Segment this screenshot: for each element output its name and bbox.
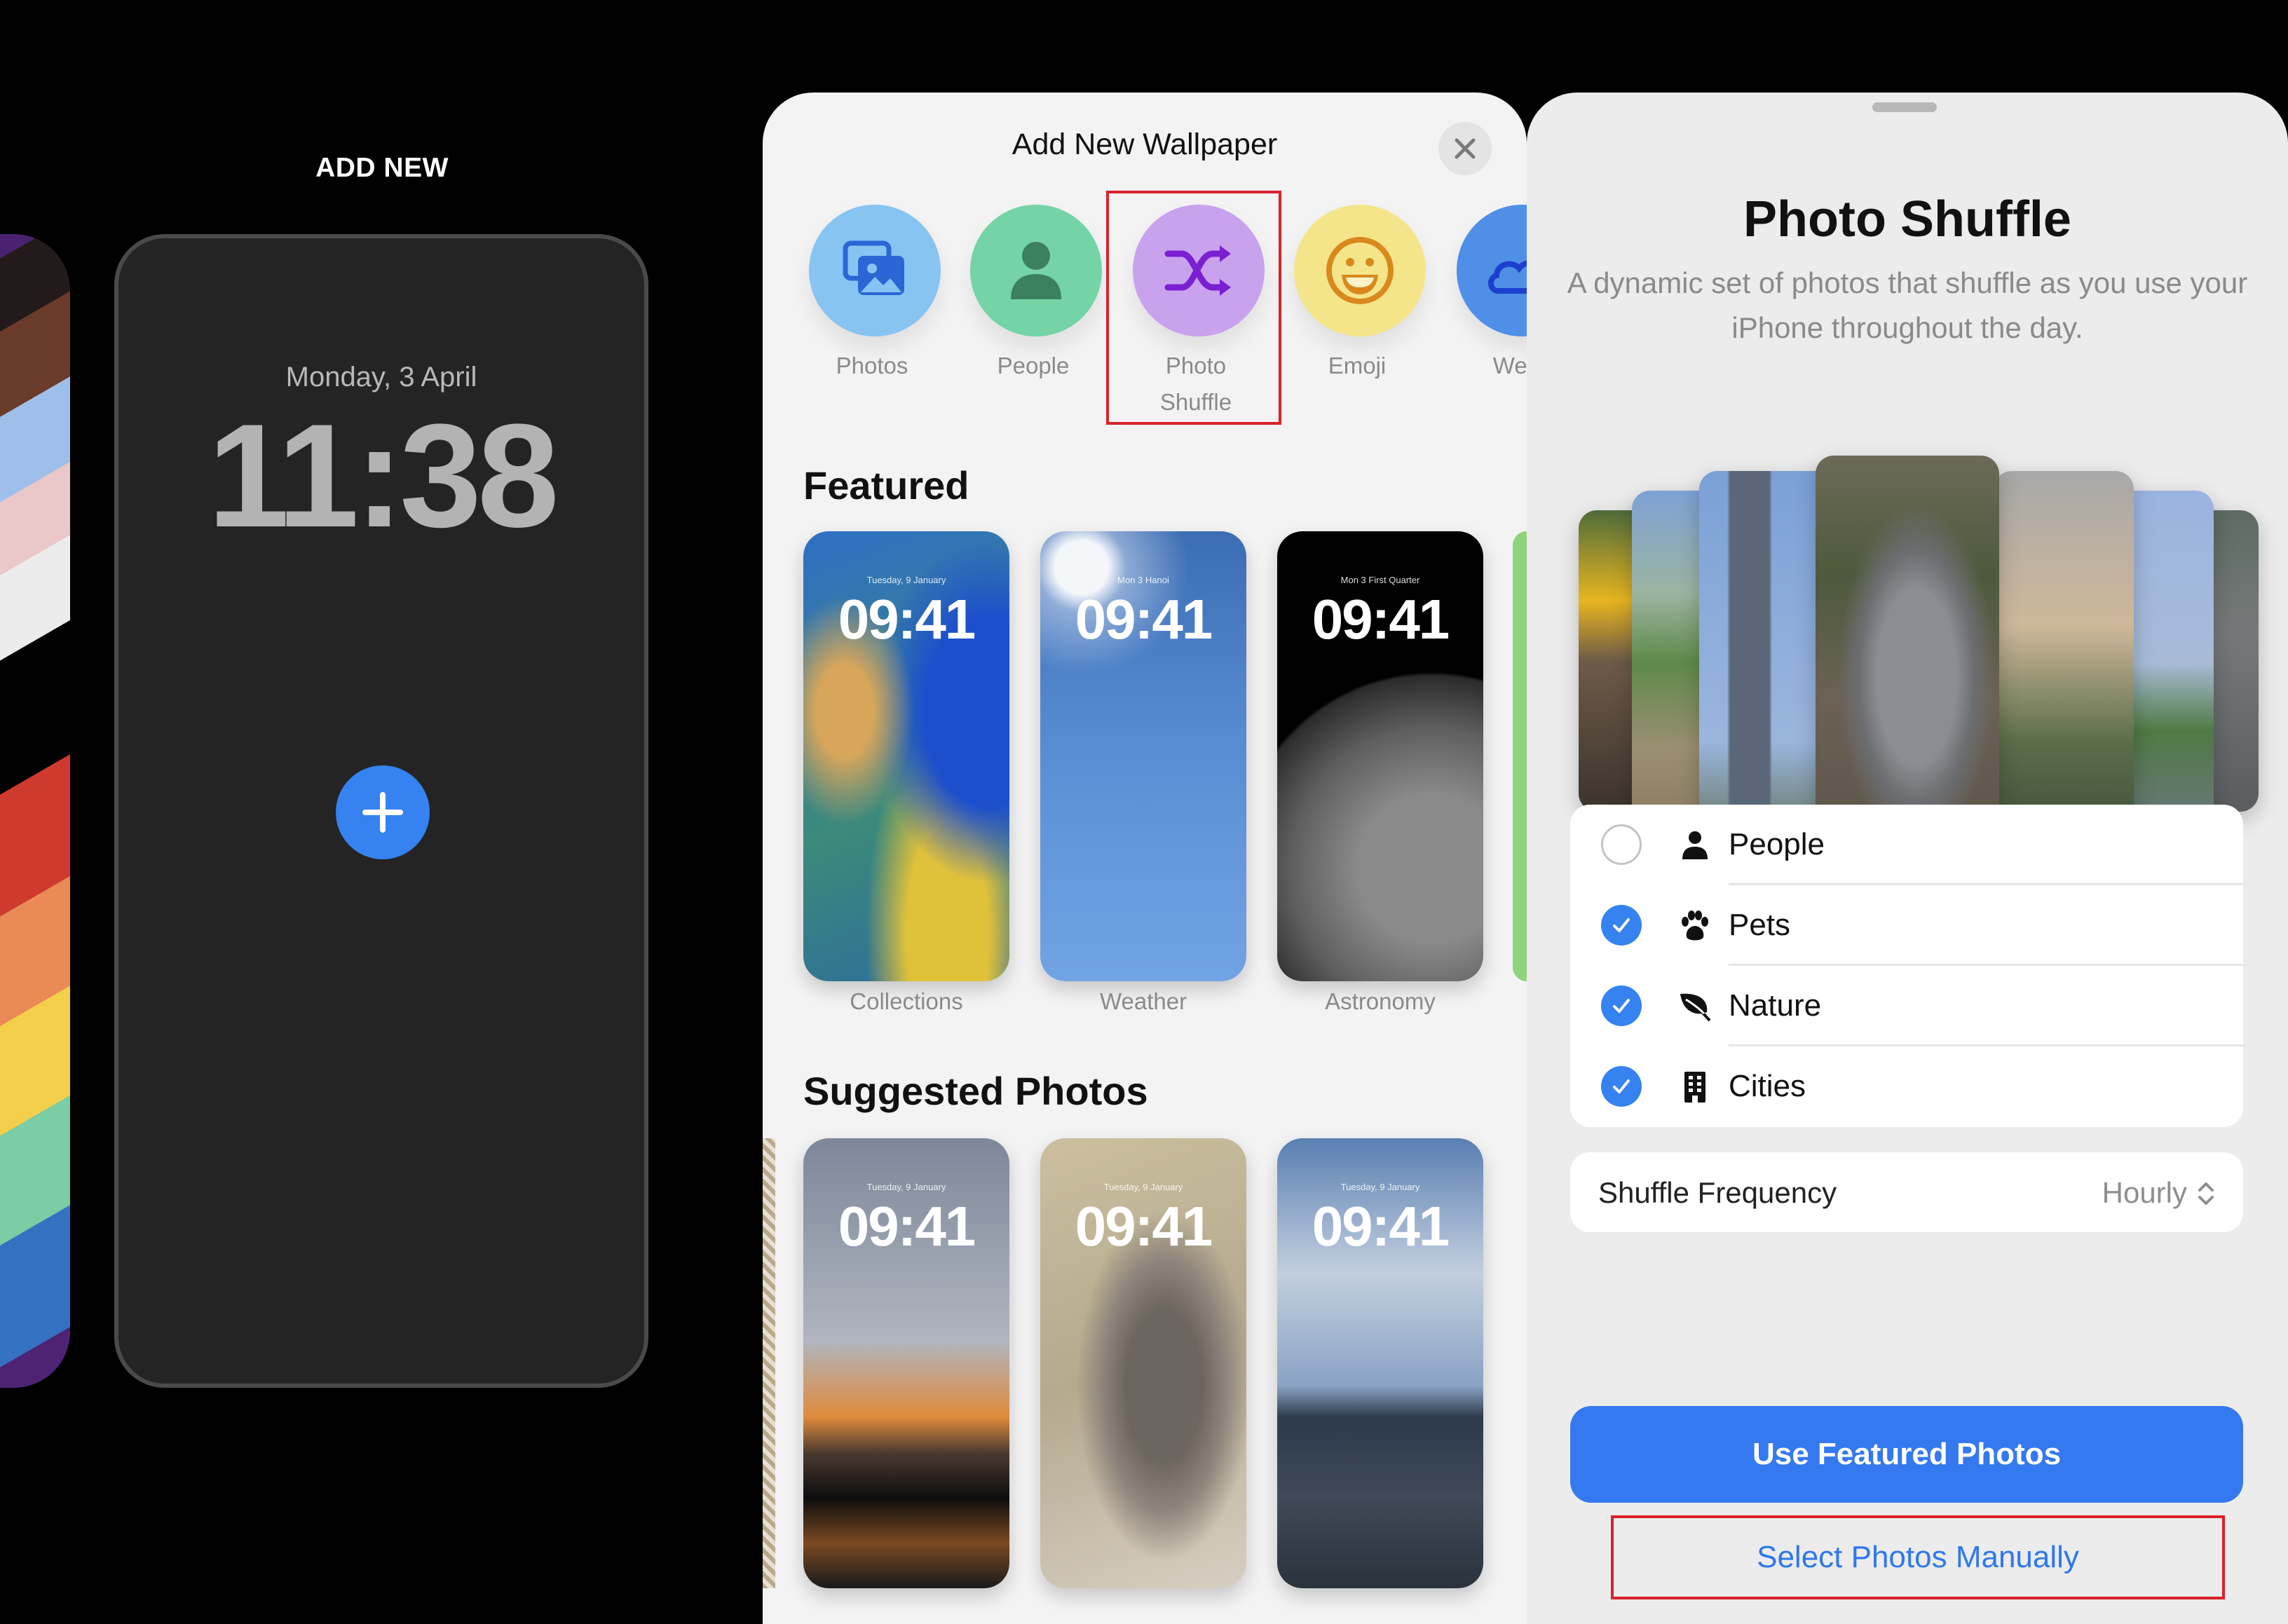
photo-shuffle-highlight-box bbox=[1106, 191, 1281, 425]
wallpaper-date: Tuesday, 9 January bbox=[1340, 1182, 1420, 1192]
featured-label: Weather bbox=[1099, 988, 1187, 1014]
category-label: People bbox=[997, 353, 1070, 378]
checkmark-icon bbox=[1613, 918, 1630, 932]
category-label: Photos bbox=[836, 353, 908, 378]
checked-radio[interactable] bbox=[1601, 905, 1642, 946]
leaf-icon bbox=[1680, 993, 1711, 1022]
wallpaper-time: 09:41 bbox=[1312, 588, 1450, 650]
wallpaper-time: 09:41 bbox=[1075, 1195, 1213, 1257]
option-label: Pets bbox=[1729, 908, 1791, 942]
photo-shuffle-sheet: Photo Shuffle A dynamic set of photos th… bbox=[1527, 93, 2288, 1624]
wallpaper-time: 09:41 bbox=[1312, 1195, 1450, 1257]
lockscreen-date: Monday, 3 April bbox=[285, 362, 477, 393]
category-weather[interactable]: Weat bbox=[1450, 205, 1527, 415]
featured-label: Collections bbox=[850, 988, 963, 1014]
featured-astronomy-card[interactable]: Mon 3 First Quarter 09:41 bbox=[1277, 531, 1483, 981]
weather-icon bbox=[1488, 260, 1527, 294]
suggested-photo-card[interactable]: Tuesday, 9 January 09:41 bbox=[803, 1138, 1009, 1588]
person-icon bbox=[1011, 242, 1061, 299]
option-pets[interactable]: Pets bbox=[1570, 885, 2243, 966]
weather-category-circle bbox=[1457, 205, 1527, 336]
paw-icon bbox=[1682, 910, 1708, 941]
suggested-prev-card-peek[interactable] bbox=[763, 1138, 775, 1588]
add-new-wallpaper-sheet: Add New Wallpaper Photos People Photo Sh… bbox=[763, 93, 1527, 1624]
option-people[interactable]: People bbox=[1570, 805, 2243, 885]
photo-shuffle-title: Photo Shuffle bbox=[1743, 191, 2071, 247]
featured-collections-card[interactable]: Tuesday, 9 January 09:41 bbox=[803, 531, 1009, 981]
close-button[interactable] bbox=[1438, 122, 1492, 175]
category-label: Emoji bbox=[1328, 353, 1387, 378]
category-label: Weat bbox=[1492, 353, 1527, 378]
shuffle-frequency-row[interactable]: Shuffle Frequency Hourly bbox=[1570, 1152, 2243, 1232]
plus-icon bbox=[362, 792, 403, 833]
building-icon bbox=[1684, 1072, 1705, 1103]
wallpaper-time: 09:41 bbox=[838, 588, 976, 650]
checkmark-icon bbox=[1613, 1079, 1630, 1093]
stack-photo-center bbox=[1816, 456, 1999, 858]
people-category-circle bbox=[970, 205, 1102, 336]
featured-next-card-peek[interactable] bbox=[1513, 531, 1527, 981]
lockscreen-gallery: ADD NEW Monday, 3 April 11:38 bbox=[0, 0, 764, 1624]
shuffle-frequency-value[interactable]: Hourly bbox=[2102, 1176, 2187, 1210]
shuffle-frequency-label: Shuffle Frequency bbox=[1598, 1176, 1837, 1209]
checked-radio[interactable] bbox=[1601, 1066, 1642, 1107]
suggested-photo-card[interactable]: Tuesday, 9 January 09:41 bbox=[1277, 1138, 1483, 1588]
option-nature[interactable]: Nature bbox=[1570, 966, 2243, 1046]
shuffle-photo-stack-preview bbox=[1527, 373, 2288, 864]
category-emoji[interactable]: Emoji bbox=[1287, 205, 1427, 415]
emoji-category-circle bbox=[1294, 205, 1426, 336]
category-people[interactable]: People bbox=[963, 205, 1103, 415]
category-options-list: People Pets Nature Cities bbox=[1570, 805, 2243, 1127]
photos-icon bbox=[843, 240, 904, 295]
wallpaper-date: Tuesday, 9 January bbox=[866, 575, 946, 585]
emoji-icon bbox=[1326, 237, 1394, 304]
new-wallpaper-card[interactable]: Monday, 3 April 11:38 bbox=[114, 234, 648, 1388]
suggested-section-title: Suggested Photos bbox=[803, 1069, 1148, 1113]
wallpaper-date: Mon 3 Hanoi bbox=[1117, 575, 1169, 585]
person-icon bbox=[1682, 831, 1708, 859]
photo-shuffle-subtitle: A dynamic set of photos that shuffle as … bbox=[1567, 266, 2248, 344]
option-label: Nature bbox=[1729, 988, 1822, 1023]
option-label: People bbox=[1729, 827, 1825, 861]
sheet-grabber-handle[interactable] bbox=[1872, 102, 1937, 112]
sheet-title: Add New Wallpaper bbox=[1012, 128, 1278, 161]
stack-photo bbox=[1994, 471, 2134, 857]
add-new-label: ADD NEW bbox=[315, 153, 449, 183]
checked-radio[interactable] bbox=[1601, 985, 1642, 1026]
featured-section-title: Featured bbox=[803, 463, 969, 507]
category-photos[interactable]: Photos bbox=[802, 205, 942, 415]
use-featured-photos-button[interactable]: Use Featured Photos bbox=[1570, 1406, 2243, 1503]
unchecked-radio[interactable] bbox=[1601, 824, 1642, 865]
suggested-photo-card[interactable]: Tuesday, 9 January 09:41 bbox=[1040, 1138, 1246, 1588]
lockscreen-time: 11:38 bbox=[207, 393, 559, 558]
wallpaper-date: Mon 3 First Quarter bbox=[1340, 575, 1420, 585]
photos-category-circle bbox=[809, 205, 941, 336]
add-wallpaper-button[interactable] bbox=[336, 765, 430, 859]
checkmark-icon bbox=[1613, 999, 1630, 1013]
up-down-chevron-icon bbox=[2198, 1182, 2214, 1205]
wallpaper-date: Tuesday, 9 January bbox=[1103, 1182, 1183, 1192]
option-label: Cities bbox=[1729, 1069, 1806, 1103]
pride-wallpaper-card[interactable] bbox=[0, 234, 70, 1388]
select-photos-manually-button[interactable]: Select Photos Manually bbox=[1611, 1515, 2225, 1599]
close-icon bbox=[1455, 138, 1476, 159]
wallpaper-time: 09:41 bbox=[1075, 588, 1213, 650]
wallpaper-time: 09:41 bbox=[838, 1195, 976, 1257]
featured-label: Astronomy bbox=[1325, 988, 1436, 1014]
featured-weather-card[interactable]: Mon 3 Hanoi 09:41 bbox=[1040, 531, 1246, 981]
option-cities[interactable]: Cities bbox=[1570, 1046, 2243, 1127]
wallpaper-date: Tuesday, 9 January bbox=[866, 1182, 946, 1192]
